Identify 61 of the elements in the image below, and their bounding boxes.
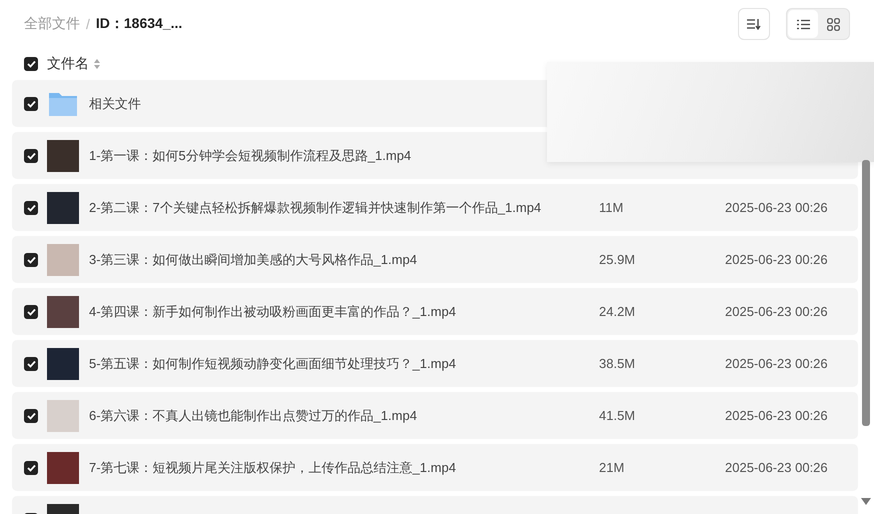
checkmark-icon: [26, 100, 36, 108]
modified-date: 2025-06-23 00:26: [725, 460, 828, 475]
row-checkbox[interactable]: [24, 96, 38, 110]
file-size: 41.5M: [599, 408, 636, 423]
row-checkbox[interactable]: [24, 356, 38, 370]
breadcrumb-item: ID：18634_...: [96, 15, 182, 33]
modified-date: 2025-06-23 00:26: [725, 200, 828, 215]
file-size: 24.2M: [599, 304, 636, 319]
sort-button[interactable]: [738, 8, 770, 40]
list-icon: [796, 18, 810, 30]
row-checkbox[interactable]: [24, 252, 38, 266]
file-name: 1-第一课：如何5分钟学会短视频制作流程及思路_1.mp4: [89, 146, 412, 164]
file-size: 11M: [599, 200, 624, 215]
grid-icon: [826, 18, 840, 30]
checkmark-icon: [26, 256, 36, 264]
scrollbar-thumb[interactable]: [862, 160, 870, 426]
file-row[interactable]: 6-第六课：不真人出镜也能制作出点赞过万的作品_1.mp4 41.5M 2025-06-23 00:26: [12, 392, 858, 439]
video-thumbnail: [47, 348, 79, 380]
file-size: 38.5M: [599, 356, 636, 371]
checkmark-icon: [26, 308, 36, 316]
file-name: 6-第六课：不真人出镜也能制作出点赞过万的作品_1.mp4: [89, 406, 418, 424]
file-name: 5-第五课：如何制作短视频动静变化画面细节处理技巧？_1.mp4: [89, 354, 457, 372]
row-checkbox[interactable]: [24, 304, 38, 318]
row-checkbox[interactable]: [24, 460, 38, 474]
sort-icon: [747, 18, 761, 30]
file-row[interactable]: 3-第三课：如何做出瞬间增加美感的大号风格作品_1.mp4 25.9M 2025-06-23 00:26: [12, 236, 858, 283]
scroll-down-icon[interactable]: [861, 498, 871, 506]
row-checkbox[interactable]: [24, 148, 38, 162]
row-checkbox[interactable]: [24, 408, 38, 422]
select-all-checkbox[interactable]: [24, 57, 38, 71]
video-thumbnail: [47, 140, 79, 172]
checkmark-icon: [26, 152, 36, 160]
video-thumbnail: [47, 244, 79, 276]
checkmark-icon: [26, 60, 36, 68]
modified-date: 2025-06-23 00:26: [725, 252, 828, 267]
video-thumbnail: [47, 296, 79, 328]
column-header[interactable]: 文件名: [47, 55, 89, 73]
file-size: 25.9M: [599, 252, 636, 267]
checkmark-icon: [26, 360, 36, 368]
file-row[interactable]: 5-第五课：如何制作短视频动静变化画面细节处理技巧？_1.mp4 38.5M 2025-06-23 00:26: [12, 340, 858, 387]
file-name: 7-第七课：短视频片尾关注版权保护，上传作品总结注意_1.mp4: [89, 458, 457, 476]
file-row[interactable]: 2-第二课：7个关键点轻松拆解爆款视频制作逻辑并快速制作第一个作品_1.mp4 11M 2025-06-23 00:26: [12, 184, 858, 231]
file-row[interactable]: 7-第七课：短视频片尾关注版权保护，上传作品总结注意_1.mp4 21M 2025-06-23 00:26: [12, 444, 858, 491]
video-thumbnail: [47, 192, 79, 224]
file-size: 21M: [599, 460, 626, 475]
list-view-button[interactable]: [788, 10, 818, 38]
modified-date: 2025-06-23 00:26: [725, 356, 828, 371]
breadcrumb-separator: /: [86, 16, 90, 32]
checkmark-icon: [26, 412, 36, 420]
file-name: 2-第二课：7个关键点轻松拆解爆款视频制作逻辑并快速制作第一个作品_1.mp4: [89, 198, 542, 216]
file-row[interactable]: 4-第四课：新手如何制作出被动吸粉画面更丰富的作品？_1.mp4 24.2M 2025-06-23 00:26: [12, 288, 858, 335]
file-name: 相关文件: [89, 94, 142, 112]
modified-date: 2025-06-23 00:26: [725, 304, 828, 319]
video-thumbnail: [47, 452, 79, 484]
video-thumbnail: [47, 400, 79, 432]
file-name: 3-第三课：如何做出瞬间增加美感的大号风格作品_1.mp4: [89, 250, 418, 268]
modified-date: 2025-06-23 00:26: [725, 408, 828, 423]
checkmark-icon: [26, 204, 36, 212]
row-checkbox[interactable]: [24, 200, 38, 214]
checkmark-icon: [26, 464, 36, 472]
file-name: 4-第四课：新手如何制作出被动吸粉画面更丰富的作品？_1.mp4: [89, 302, 457, 320]
